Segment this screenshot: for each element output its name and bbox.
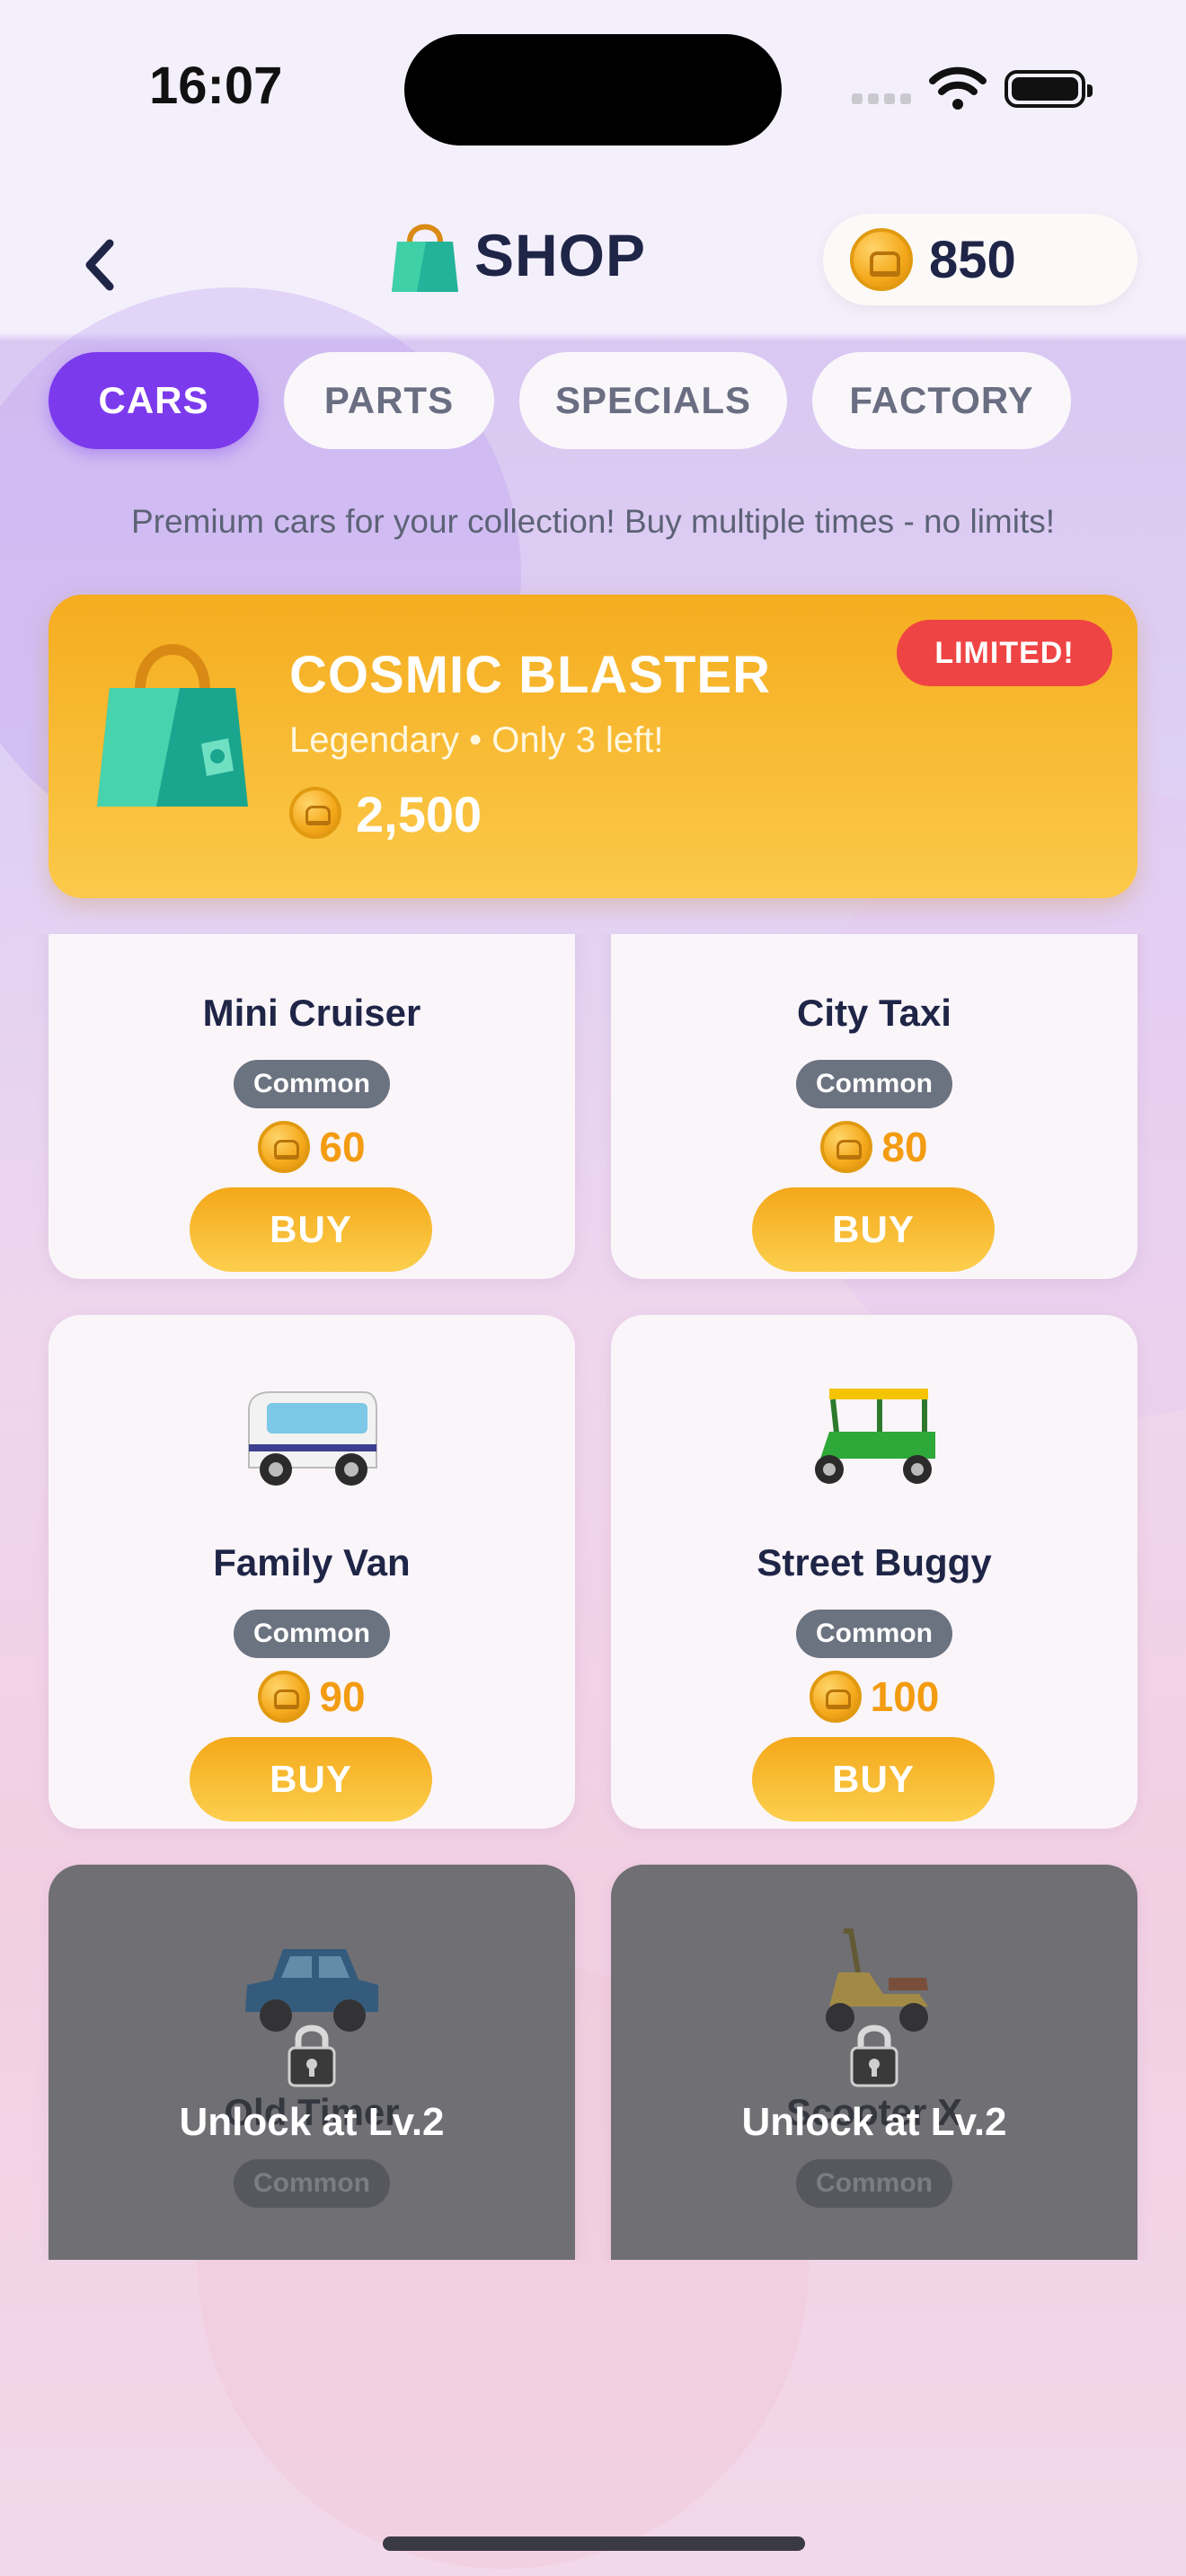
home-indicator[interactable]: [383, 2536, 805, 2551]
product-price: 60: [319, 1124, 366, 1170]
coin-balance-amount: 850: [929, 231, 1016, 289]
product-card[interactable]: Family Van Common 90 BUY: [49, 1315, 575, 1829]
page-title-group: SHOP: [390, 210, 646, 300]
coin-balance: 850: [823, 214, 1137, 305]
price-row: 60: [49, 1121, 575, 1173]
buy-button[interactable]: BUY: [752, 1187, 995, 1272]
page-title: SHOP: [474, 222, 647, 288]
product-name: Street Buggy: [757, 1541, 992, 1584]
price-row: 100: [611, 1671, 1137, 1723]
coin-icon: [258, 1671, 311, 1723]
limited-badge: LIMITED!: [897, 620, 1112, 686]
rickshaw-icon: [815, 1389, 935, 1484]
coin-icon: [258, 1121, 311, 1173]
product-price: 80: [881, 1124, 928, 1170]
tab-cars[interactable]: CARS: [49, 352, 259, 449]
product-card[interactable]: Mini Cruiser Common 60 BUY: [49, 934, 575, 1279]
price-row: 90: [49, 1671, 575, 1723]
chevron-left-icon: [85, 239, 114, 291]
shopping-bag-icon: [392, 224, 458, 292]
product-price: 90: [319, 1673, 366, 1720]
back-button[interactable]: [72, 229, 135, 301]
featured-price: 2,500: [356, 786, 482, 842]
coin-icon: [820, 1121, 873, 1173]
product-name: City Taxi: [797, 992, 951, 1034]
rarity-badge: Common: [234, 1610, 390, 1658]
coin-icon: [289, 787, 341, 839]
coin-icon: [850, 228, 913, 291]
tab-parts[interactable]: PARTS: [284, 352, 494, 449]
product-card[interactable]: Street Buggy Common 100 BUY: [611, 1315, 1137, 1829]
buy-button[interactable]: BUY: [190, 1187, 432, 1272]
product-name: Mini Cruiser: [202, 992, 421, 1034]
shopping-bag-icon: [97, 644, 248, 807]
lock-icon: [288, 2025, 336, 2087]
product-grid[interactable]: Mini Cruiser Common 60 BUY City Taxi Com…: [0, 934, 1186, 2260]
red-car-icon: [240, 934, 384, 945]
unlock-requirement: Unlock at Lv.2: [741, 2100, 1007, 2144]
dynamic-island: [404, 34, 782, 146]
rarity-badge: Common: [796, 1610, 952, 1658]
featured-offer-card[interactable]: COSMIC BLASTER Legendary • Only 3 left! …: [49, 595, 1137, 898]
tab-specials[interactable]: SPECIALS: [519, 352, 787, 449]
product-card[interactable]: City Taxi Common 80 BUY: [611, 934, 1137, 1279]
featured-title: COSMIC BLASTER: [289, 646, 771, 704]
featured-subtitle: Legendary • Only 3 left!: [289, 720, 664, 760]
cellular-signal-icon: [852, 93, 913, 106]
tab-factory[interactable]: FACTORY: [812, 352, 1071, 449]
product-name: Family Van: [213, 1541, 411, 1584]
van-icon: [248, 1391, 377, 1486]
shop-description: Premium cars for your collection! Buy mu…: [130, 503, 1056, 540]
unlock-requirement: Unlock at Lv.2: [179, 2100, 445, 2144]
coin-icon: [809, 1671, 862, 1723]
locked-product-card[interactable]: Scooter X Common Unlock at Lv.2: [611, 1865, 1137, 2260]
buy-button[interactable]: BUY: [190, 1737, 432, 1822]
locked-product-card[interactable]: Old Timer Common Unlock at Lv.2: [49, 1865, 575, 2260]
taxi-icon: [802, 934, 946, 945]
rarity-badge: Common: [796, 1060, 952, 1108]
wifi-icon: [929, 65, 987, 111]
price-row: 80: [611, 1121, 1137, 1173]
status-time: 16:07: [149, 57, 283, 115]
buy-button[interactable]: BUY: [752, 1737, 995, 1822]
lock-icon: [850, 2025, 898, 2087]
product-price: 100: [870, 1673, 940, 1720]
battery-icon: [1005, 70, 1093, 108]
rarity-badge: Common: [234, 1060, 390, 1108]
